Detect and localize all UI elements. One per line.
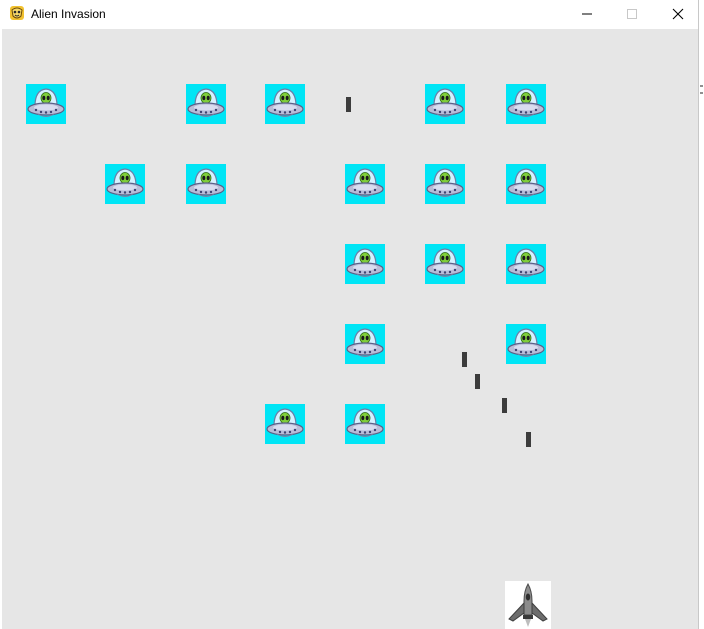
rocket-ship-icon: [505, 581, 551, 629]
alien-ufo-icon: [105, 164, 145, 204]
window-title: Alien Invasion: [31, 7, 106, 21]
alien-ufo-icon: [506, 324, 546, 364]
alien-ufo-icon: [345, 404, 385, 444]
minimize-icon: [582, 13, 592, 15]
close-button[interactable]: [655, 0, 698, 28]
pygame-icon: [10, 6, 24, 20]
bullet: [502, 398, 507, 413]
alien-ufo-icon: [265, 84, 305, 124]
bullet: [526, 432, 531, 447]
game-window: Alien Invasion: [0, 0, 699, 629]
close-icon: [672, 8, 684, 20]
alien-ufo-icon: [265, 404, 305, 444]
alien-ufo-icon: [425, 84, 465, 124]
maximize-button[interactable]: [609, 0, 655, 28]
alien-ufo-icon: [506, 244, 546, 284]
bullet: [462, 352, 467, 367]
title-bar[interactable]: Alien Invasion: [0, 0, 698, 28]
alien-ufo-icon: [425, 244, 465, 284]
bullet: [346, 97, 351, 112]
window-edge-fragment: [700, 85, 703, 94]
alien-ufo-icon: [345, 244, 385, 284]
minimize-button[interactable]: [564, 0, 610, 28]
alien-ufo-icon: [26, 84, 66, 124]
bullet: [475, 374, 480, 389]
alien-ufo-icon: [425, 164, 465, 204]
maximize-icon: [627, 9, 637, 19]
alien-ufo-icon: [506, 84, 546, 124]
alien-ufo-icon: [345, 164, 385, 204]
alien-ufo-icon: [186, 84, 226, 124]
game-canvas[interactable]: [2, 29, 698, 629]
alien-ufo-icon: [186, 164, 226, 204]
alien-ufo-icon: [345, 324, 385, 364]
alien-ufo-icon: [506, 164, 546, 204]
